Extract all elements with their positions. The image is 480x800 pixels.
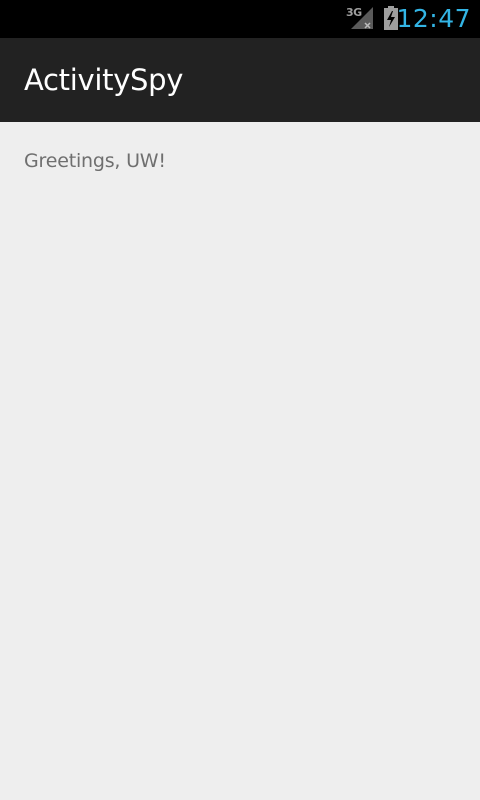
greeting-text: Greetings, UW! [24, 150, 166, 172]
signal-icon [351, 7, 373, 29]
status-bar: 3G 12:47 [0, 0, 480, 38]
status-clock: 12:47 [396, 4, 471, 33]
app-title: ActivitySpy [24, 63, 184, 97]
action-bar: ActivitySpy [0, 38, 480, 122]
main-content: Greetings, UW! [0, 122, 480, 800]
